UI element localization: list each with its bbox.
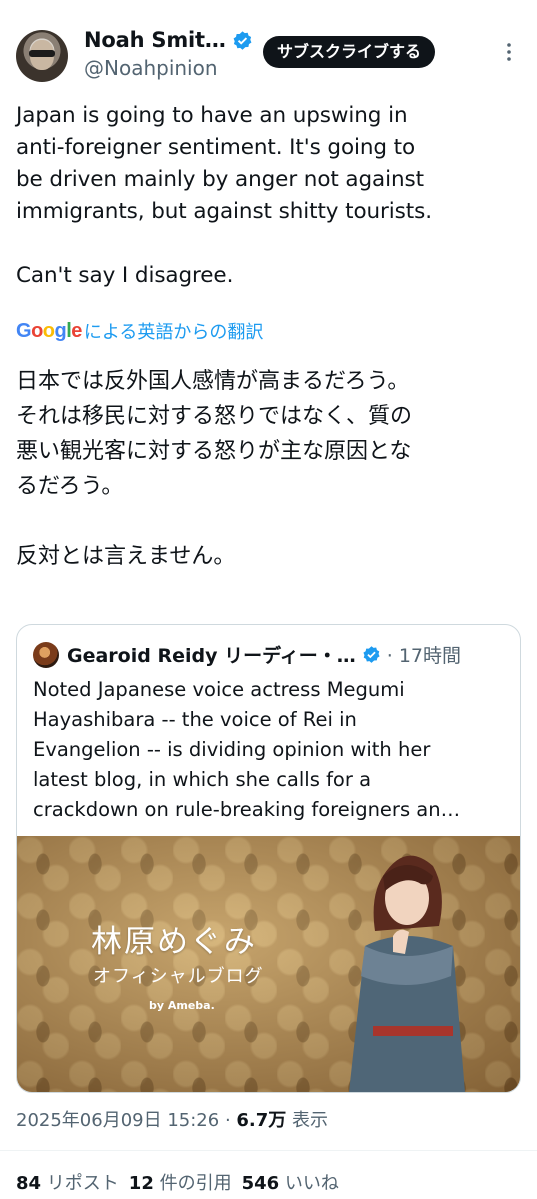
meta-separator: · [219, 1110, 237, 1131]
translation-label[interactable]: による英語からの翻訳 [84, 318, 263, 344]
verified-badge-icon [233, 30, 252, 50]
quoted-tweet-header: Gearoid Reidy リーディー・… · 17時間 [33, 641, 461, 668]
translation-attribution[interactable]: Google による英語からの翻訳 [16, 318, 263, 344]
subscribe-button[interactable]: サブスクライブする [263, 36, 436, 68]
reposts-count: 84 [16, 1173, 42, 1194]
quoted-tweet-image[interactable]: 林原めぐみ オフィシャルブログ by Ameba. [17, 836, 520, 1092]
quoted-author-avatar [33, 641, 59, 668]
quoted-tweet-card[interactable]: Gearoid Reidy リーディー・… · 17時間 Noted Japan… [16, 624, 521, 1093]
likes-stat[interactable]: 546 いいね [242, 1169, 339, 1195]
person-photo [349, 855, 465, 1092]
tweet-timestamp[interactable]: 2025年06月09日 15:26 [16, 1110, 219, 1131]
tweet-header: Noah Smit… @Noahpinion サブスクライブする [16, 26, 521, 86]
engagement-stats: 84 リポスト 12 件の引用 546 いいね [16, 1169, 339, 1195]
tweet-meta: 2025年06月09日 15:26 · 6.7万 表示 [16, 1106, 328, 1132]
likes-label: いいね [284, 1173, 339, 1194]
reposts-stat[interactable]: 84 リポスト [16, 1169, 119, 1195]
reposts-label: リポスト [46, 1173, 119, 1194]
blog-brand: by Ameba. [149, 999, 215, 1012]
likes-count: 546 [241, 1173, 280, 1194]
blog-title: 林原めぐみ [91, 924, 257, 960]
quoted-tweet-text: Noted Japanese voice actress Megumi Haya… [33, 678, 461, 821]
quoted-author-name: Gearoid Reidy リーディー・… [67, 645, 356, 667]
author-name-row[interactable]: Noah Smit… [84, 28, 253, 52]
author-name[interactable]: Noah Smit… [84, 28, 226, 52]
author-avatar[interactable] [16, 30, 68, 82]
verified-badge-icon [363, 646, 380, 663]
author-handle[interactable]: @Noahpinion [84, 56, 218, 80]
views-label: 表示 [286, 1110, 329, 1131]
quoted-tweet-time: · 17時間 [386, 645, 462, 667]
more-options-icon[interactable] [499, 42, 519, 62]
views-count: 6.7万 [236, 1110, 287, 1131]
google-logo: Google [16, 319, 82, 342]
tweet-text: Japan is going to have an upswing in ant… [16, 103, 432, 288]
quotes-stat[interactable]: 12 件の引用 [129, 1169, 232, 1195]
quotes-label: 件の引用 [159, 1173, 232, 1194]
blog-subtitle: オフィシャルブログ [93, 966, 264, 987]
quotes-count: 12 [128, 1173, 154, 1194]
translated-text: 日本では反外国人感情が高まるだろう。 それは移民に対する怒りではなく、質の 悪い… [16, 369, 413, 569]
divider [0, 1150, 537, 1151]
